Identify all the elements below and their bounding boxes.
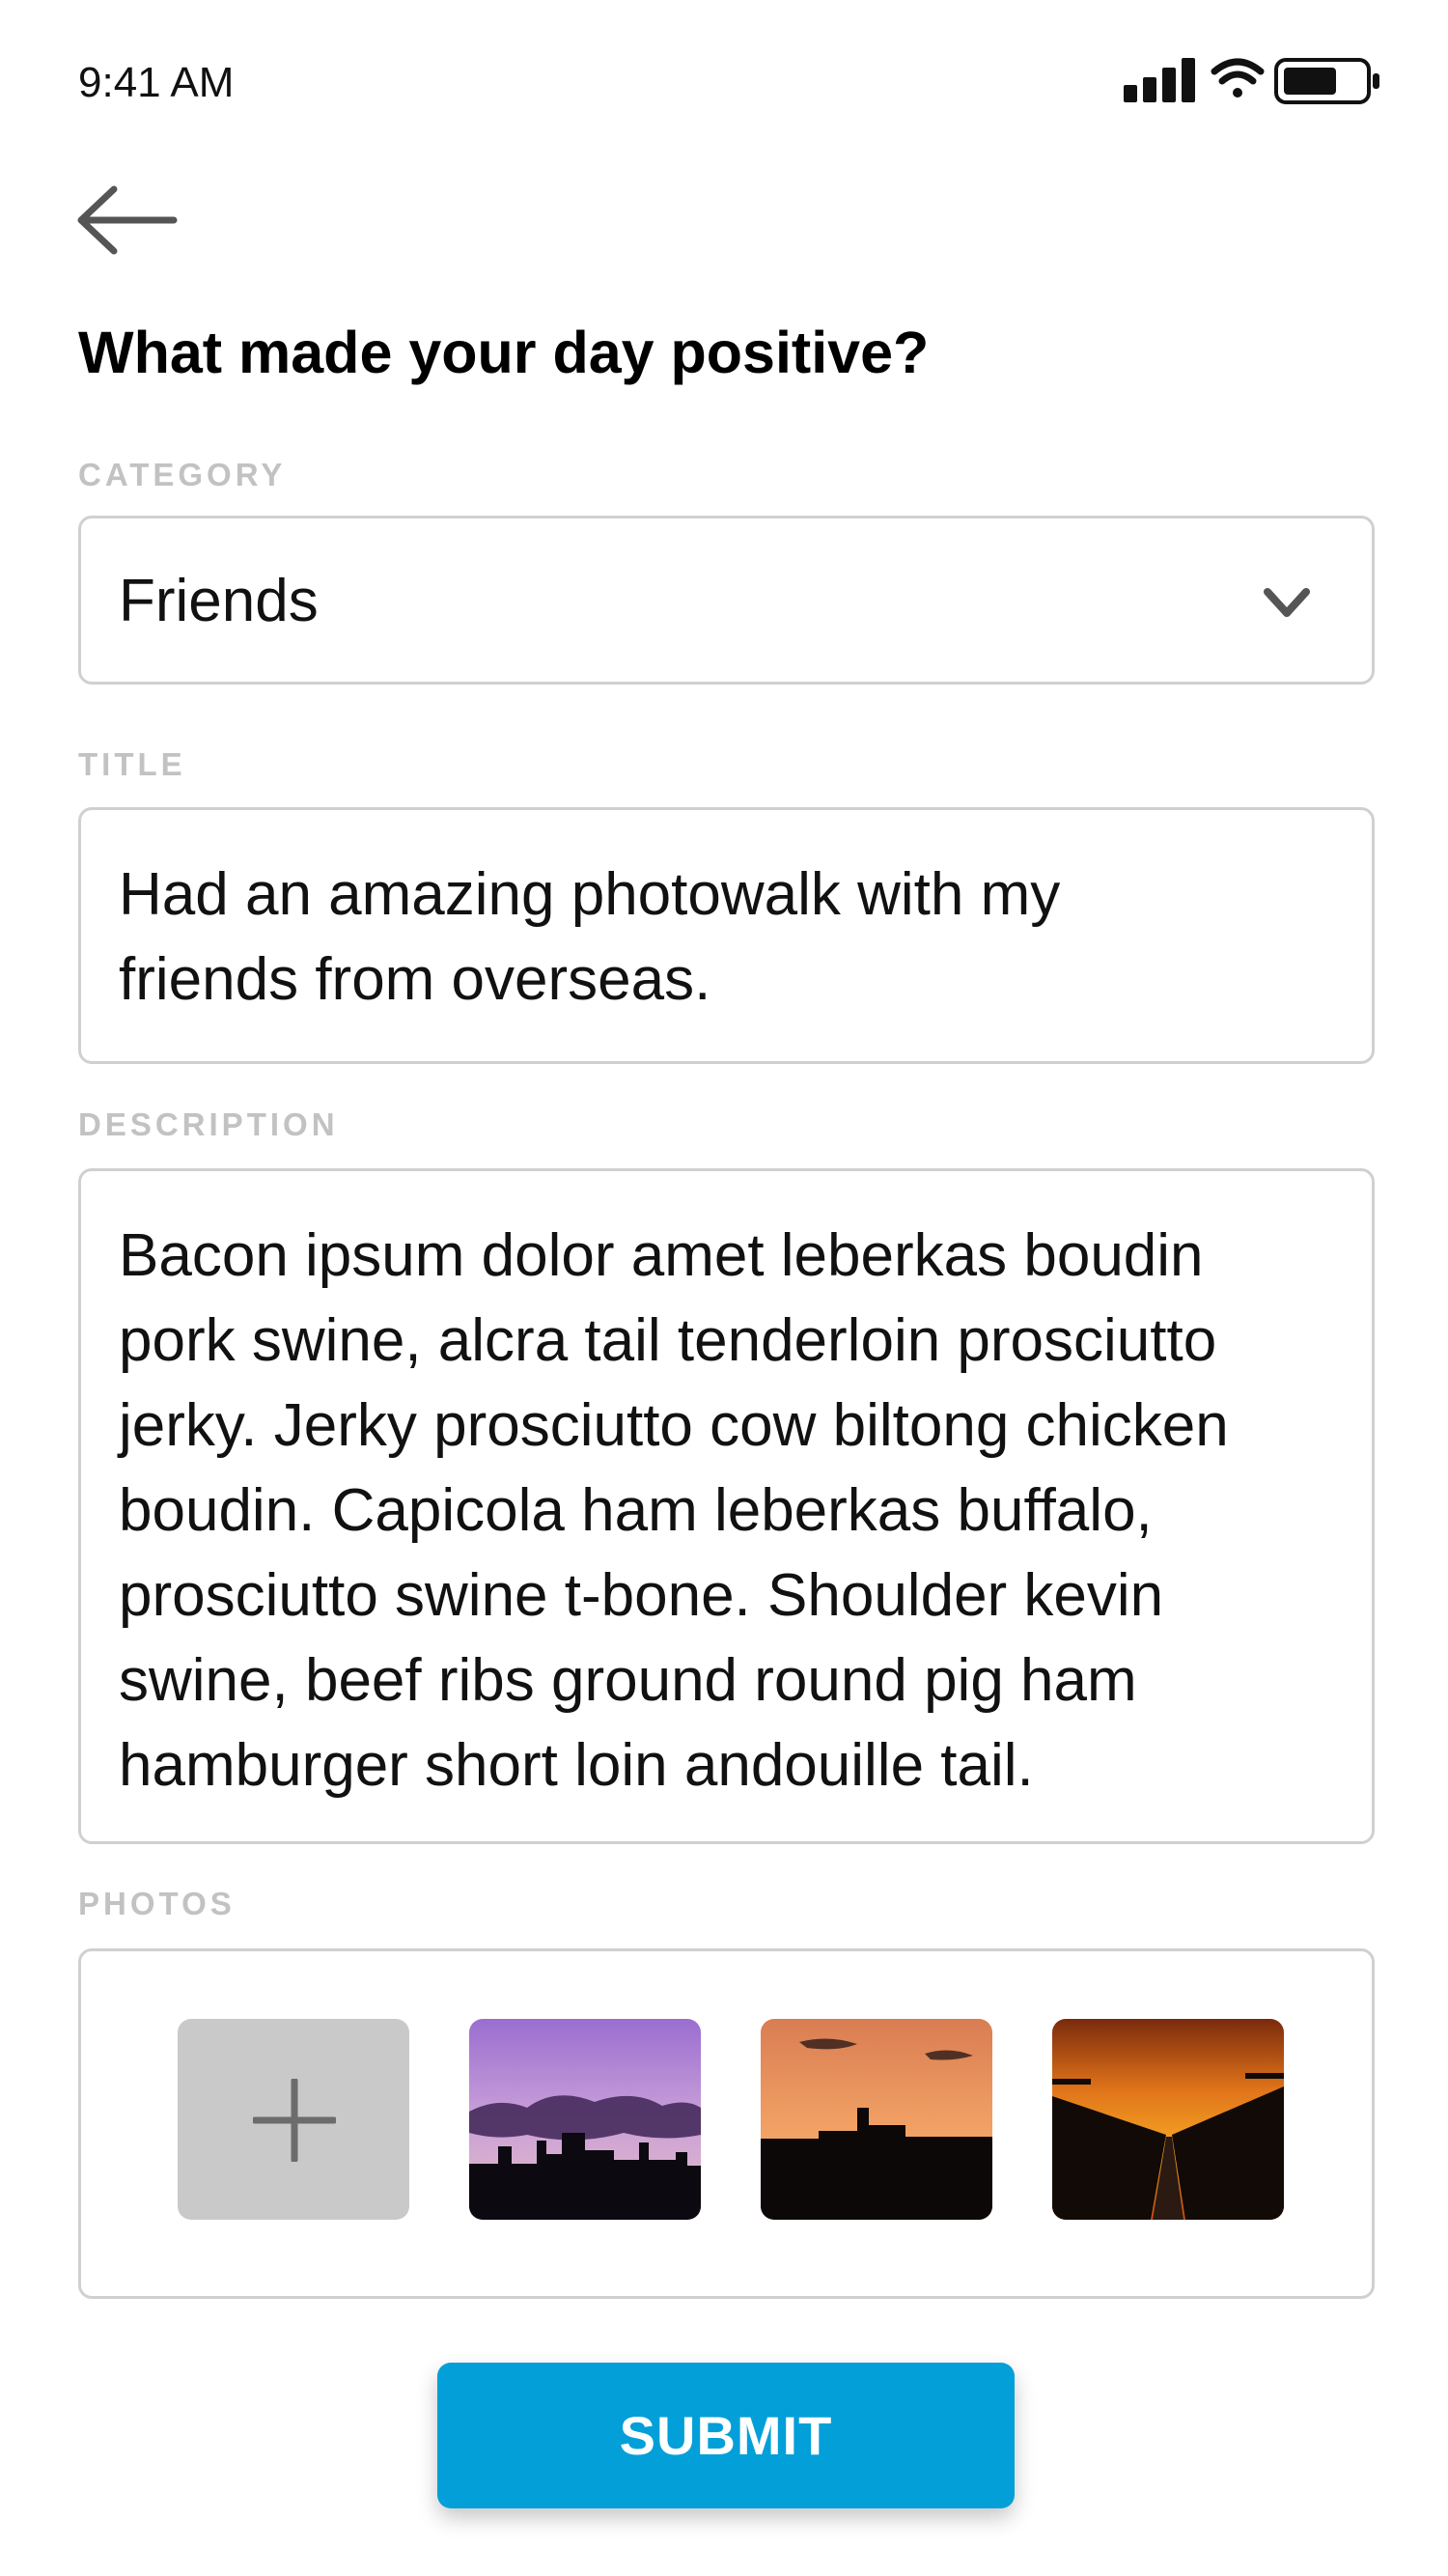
description-value: Bacon ipsum dolor amet leberkas boudin p…: [119, 1222, 1229, 1799]
category-select[interactable]: Friends: [78, 516, 1375, 685]
description-field[interactable]: Bacon ipsum dolor amet leberkas boudin p…: [78, 1168, 1375, 1844]
battery-icon: [1274, 58, 1379, 104]
title-value: Had an amazing photowalk with my friends…: [119, 861, 1061, 1013]
category-label: CATEGORY: [78, 457, 287, 492]
status-time: 9:41 AM: [78, 59, 235, 106]
chevron-down-icon: [1264, 588, 1310, 617]
back-button[interactable]: [70, 178, 181, 263]
page-title: What made your day positive?: [78, 320, 930, 385]
photos-label: PHOTOS: [78, 1886, 236, 1921]
photos-panel: [78, 1948, 1375, 2299]
status-icons: [1124, 54, 1386, 108]
submit-button[interactable]: SUBMIT: [437, 2363, 1015, 2508]
title-field[interactable]: Had an amazing photowalk with my friends…: [78, 807, 1375, 1064]
purple-sunset-photo[interactable]: [469, 2019, 701, 2220]
screen: 9:41 AM What made your day positive? CAT…: [0, 0, 1448, 2576]
add-photo-button[interactable]: [178, 2019, 409, 2220]
signal-icon: [1124, 58, 1195, 102]
title-label: TITLE: [78, 746, 186, 782]
golden-sunset-photo[interactable]: [1052, 2019, 1284, 2220]
back-arrow-icon: [77, 185, 178, 255]
category-value: Friends: [119, 568, 319, 634]
orange-sunset-photo[interactable]: [761, 2019, 992, 2220]
wifi-icon: [1211, 58, 1265, 98]
description-label: DESCRIPTION: [78, 1106, 339, 1142]
plus-icon: [253, 2079, 336, 2162]
